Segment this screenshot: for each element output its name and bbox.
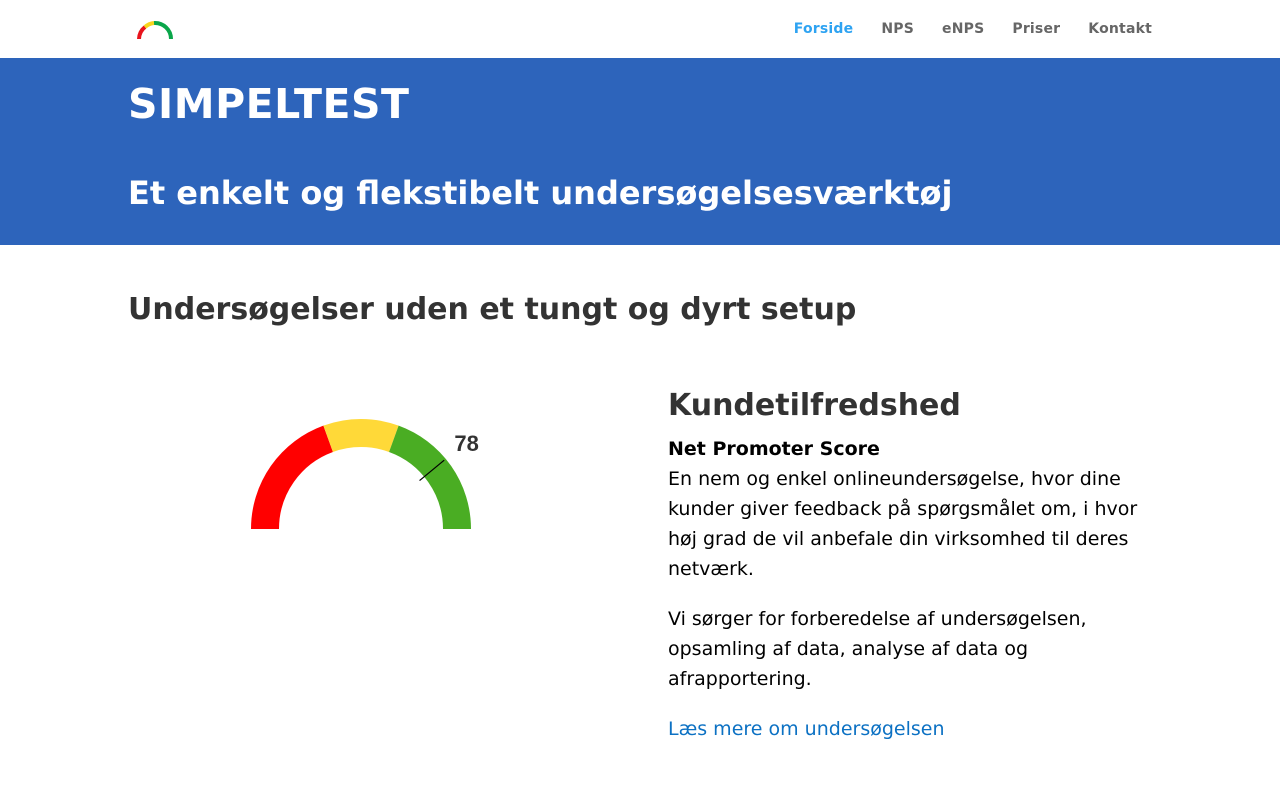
nps-gauge: 78	[251, 419, 479, 530]
top-navigation-bar: Forside NPS eNPS Priser Kontakt	[0, 0, 1280, 58]
info-panel: Kundetilfredshed Net Promoter Score En n…	[668, 386, 1138, 744]
section-title: Undersøgelser uden et tungt og dyrt setu…	[128, 292, 857, 327]
gauge-segment-red	[251, 425, 334, 530]
main-nav: Forside NPS eNPS Priser Kontakt	[794, 20, 1152, 38]
read-more-link[interactable]: Læs mere om undersøgelsen	[668, 718, 945, 740]
nav-item-kontakt[interactable]: Kontakt	[1088, 20, 1152, 38]
logo-gauge-icon[interactable]	[134, 17, 176, 41]
gauge-value-label: 78	[454, 431, 478, 456]
info-body-1: En nem og enkel onlineundersøgelse, hvor…	[668, 468, 1138, 580]
hero-banner: SIMPELTEST Et enkelt og flekstibelt unde…	[0, 58, 1280, 245]
hero-subtitle: Et enkelt og flekstibelt undersøgelsesvæ…	[128, 174, 953, 212]
nav-item-forside[interactable]: Forside	[794, 20, 854, 38]
nav-item-enps[interactable]: eNPS	[942, 20, 984, 38]
info-subheading: Net Promoter Score	[668, 438, 880, 460]
hero-title: SIMPELTEST	[128, 80, 410, 128]
gauge-segment-green	[388, 425, 471, 530]
info-body-2: Vi sørger for forberedelse af undersøgel…	[668, 608, 1087, 690]
info-heading: Kundetilfredshed	[668, 388, 961, 423]
nav-item-nps[interactable]: NPS	[881, 20, 914, 38]
nav-item-priser[interactable]: Priser	[1012, 20, 1060, 38]
gauge-segment-yellow	[323, 419, 399, 453]
